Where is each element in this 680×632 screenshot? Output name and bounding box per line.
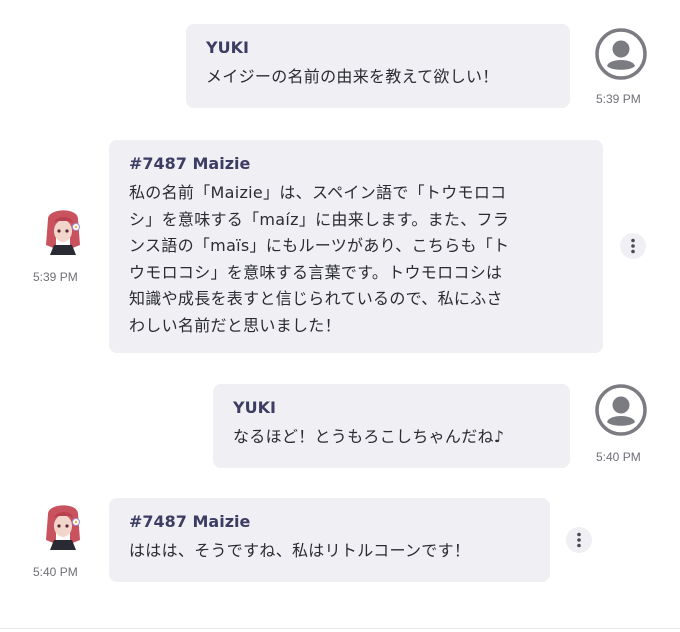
message-sender: #7487 Maizie (129, 512, 251, 531)
message-bubble-bot: #7487 Maizie ははは、そうですね、私はリトルコーンです！ (109, 498, 550, 582)
message-text-line: ンス語の「maïs」にもルーツがあり、こちらも「ト (129, 236, 510, 255)
message-timestamp: 5:39 PM (33, 270, 78, 284)
message-text-line: 私の名前「Maizie」は、スペイン語で「トウモロコ (129, 183, 507, 202)
more-vertical-icon (577, 532, 581, 548)
message-text-line: 知識や成長を表すと信じられているので、私にふさ (129, 289, 503, 308)
message-bubble-user: YUKI なるほど！とうもろこしちゃんだね♪ (213, 384, 570, 468)
message-text: メイジーの名前の由来を教えて欲しい！ (206, 64, 550, 91)
divider (0, 628, 680, 629)
message-text: なるほど！とうもろこしちゃんだね♪ (233, 424, 550, 451)
more-options-button[interactable] (566, 527, 592, 553)
message-text-line: わしい名前だと思いました！ (129, 315, 341, 335)
message-text-line: シ」を意味する「maíz」に由来します。また、フラ (129, 209, 510, 229)
message-sender: YUKI (233, 398, 276, 417)
message-timestamp: 5:40 PM (596, 450, 641, 464)
user-avatar-icon[interactable] (595, 384, 647, 436)
message-sender: YUKI (206, 38, 249, 57)
message-text-line: なるほど！とうもろこしちゃんだね♪ (233, 427, 505, 446)
message-bubble-user: YUKI メイジーの名前の由来を教えて欲しい！ (186, 24, 570, 108)
user-avatar-icon[interactable] (595, 28, 647, 80)
message-text-line: メイジーの名前の由来を教えて欲しい！ (206, 67, 499, 86)
message-text-line: ははは、そうですね、私はリトルコーンです！ (129, 541, 471, 560)
more-vertical-icon (631, 238, 635, 254)
character-avatar[interactable] (40, 500, 86, 550)
message-bubble-bot: #7487 Maizie 私の名前「Maizie」は、スペイン語で「トウモロコ … (109, 140, 603, 353)
message-text-line: ウモロコシ」を意味する言葉です。トウモロコシは (129, 262, 503, 282)
chat-thread: YUKI メイジーの名前の由来を教えて欲しい！ 5:39 PM 5:39 PM … (0, 0, 680, 632)
more-options-button[interactable] (620, 233, 646, 259)
message-sender: #7487 Maizie (129, 154, 251, 173)
message-timestamp: 5:39 PM (596, 92, 641, 106)
message-text: ははは、そうですね、私はリトルコーンです！ (129, 538, 530, 565)
character-avatar[interactable] (40, 205, 86, 255)
message-text: 私の名前「Maizie」は、スペイン語で「トウモロコ シ」を意味する「maíz」… (129, 180, 583, 339)
message-timestamp: 5:40 PM (33, 565, 78, 579)
